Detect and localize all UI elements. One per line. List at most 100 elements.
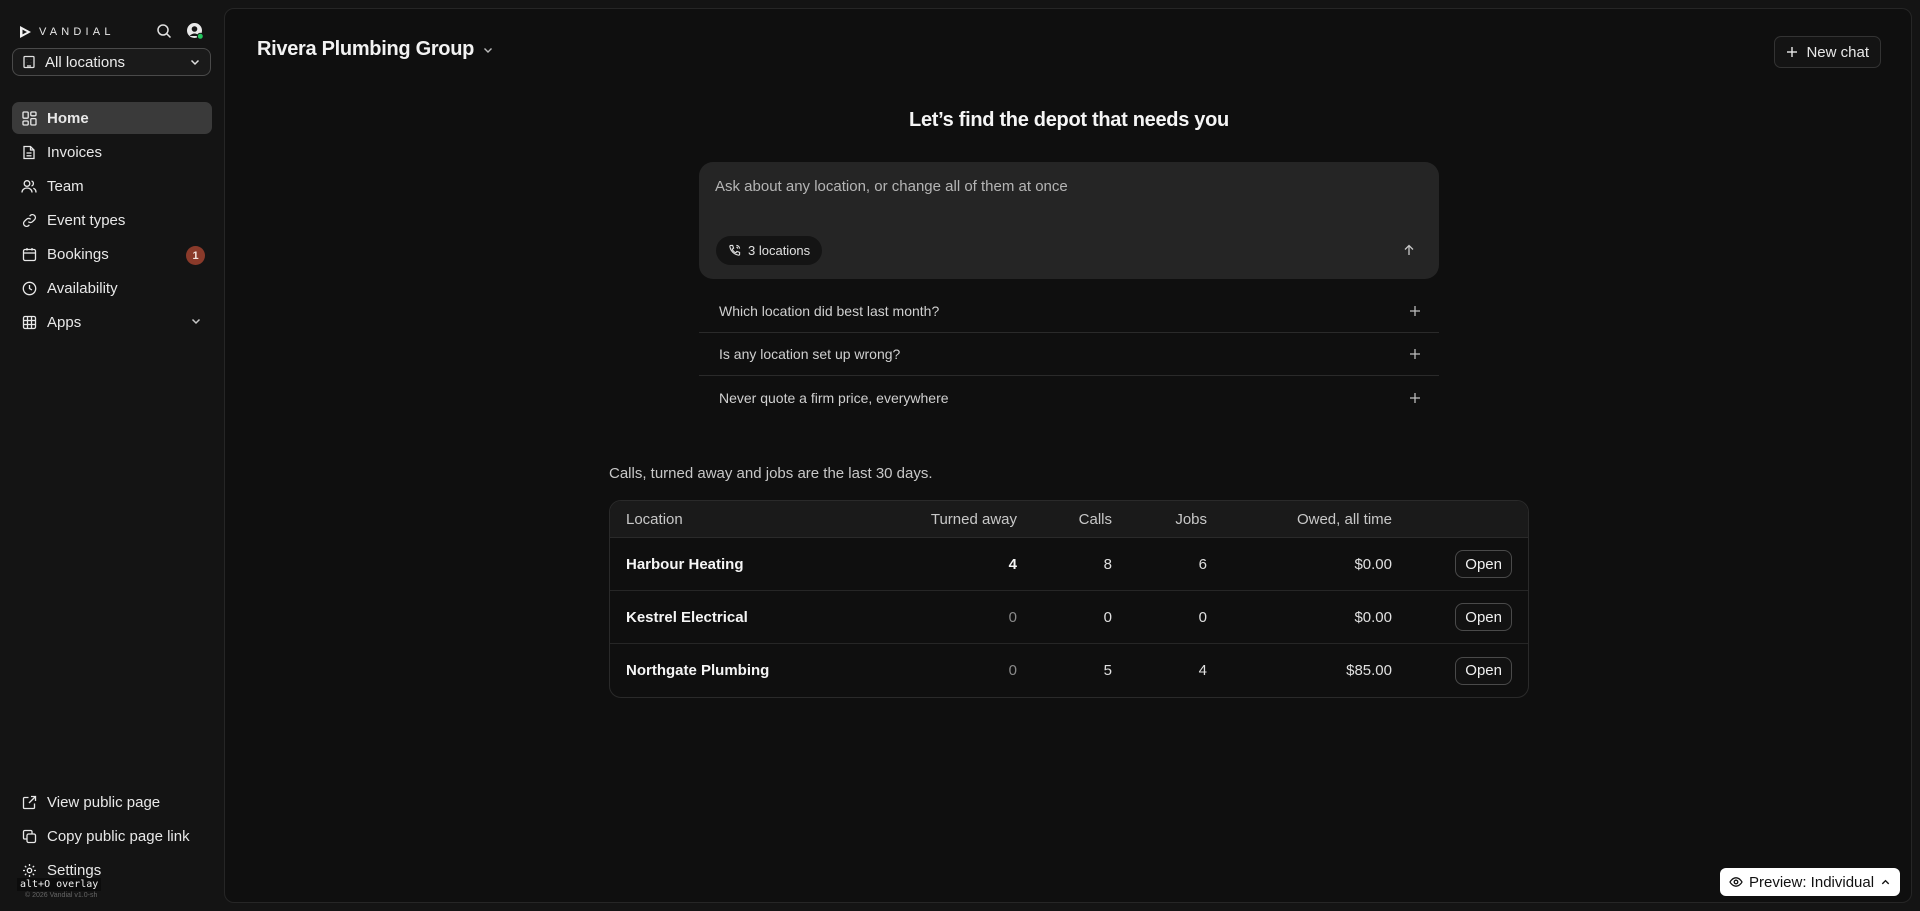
turned-away-value: 0 — [1008, 662, 1017, 679]
plus-icon — [1410, 306, 1420, 316]
view-public-page-link[interactable]: View public page — [12, 786, 212, 818]
send-button[interactable] — [1399, 240, 1419, 260]
search-icon[interactable] — [155, 22, 173, 40]
location-name: Kestrel Electrical — [626, 608, 748, 626]
location-select-label: All locations — [45, 53, 126, 71]
plus-icon — [1410, 392, 1420, 403]
bookings-count-badge: 1 — [186, 246, 205, 265]
turned-away-value: 4 — [1008, 555, 1017, 573]
users-icon — [21, 178, 37, 194]
overlay-shortcut-hint: alt+O overlay — [17, 878, 102, 891]
column-header-location: Location — [626, 510, 683, 528]
open-button[interactable]: Open — [1455, 656, 1512, 685]
locations-chip[interactable]: 3 locations — [716, 236, 823, 265]
sidebar-item-bookings[interactable]: Bookings 1 — [12, 238, 212, 270]
main-nav: Home Invoices Team Event types Bookings … — [12, 102, 212, 340]
file-icon — [21, 144, 37, 160]
sidebar-item-event-types[interactable]: Event types — [12, 204, 212, 236]
main-panel: Rivera Plumbing Group New chat Let’s fin… — [224, 8, 1912, 903]
clock-icon — [21, 280, 37, 296]
suggestion-item[interactable]: Which location did best last month? — [699, 290, 1439, 333]
sidebar-item-label: View public page — [47, 793, 161, 811]
suggestion-text: Which location did best last month? — [719, 303, 940, 319]
sidebar-item-label: Invoices — [47, 143, 103, 161]
new-chat-label: New chat — [1806, 43, 1869, 61]
suggestion-item[interactable]: Never quote a firm price, everywhere — [699, 376, 1439, 419]
turned-away-value: 0 — [1008, 608, 1017, 626]
chevron-down-icon — [190, 59, 200, 66]
page-headline: Let’s find the depot that needs you — [909, 109, 1229, 131]
location-name: Northgate Plumbing — [626, 662, 770, 679]
building-icon — [23, 55, 35, 69]
owed-value: $0.00 — [1354, 555, 1392, 573]
sidebar-item-invoices[interactable]: Invoices — [12, 136, 212, 168]
sidebar-item-label: Availability — [47, 279, 118, 297]
ask-box: 3 locations — [699, 162, 1439, 279]
link-icon — [21, 212, 37, 228]
table-row: Kestrel Electrical 0 0 0 $0.00 Open — [610, 591, 1528, 644]
grid-icon — [21, 110, 37, 126]
sidebar-item-team[interactable]: Team — [12, 170, 212, 202]
sidebar-item-availability[interactable]: Availability — [12, 272, 212, 304]
sidebar-item-label: Home — [47, 109, 89, 127]
copy-public-page-link-button[interactable]: Copy public page link — [12, 820, 212, 852]
sidebar-item-label: Apps — [47, 313, 82, 331]
open-button[interactable]: Open — [1455, 550, 1512, 578]
location-name: Harbour Heating — [626, 555, 744, 573]
calls-value: 8 — [1103, 555, 1112, 573]
locations-chip-label: 3 locations — [748, 243, 811, 258]
footer-version: © 2026 Vandial v1.0-sh — [25, 892, 98, 899]
org-switcher[interactable]: Rivera Plumbing Group — [257, 38, 494, 61]
sidebar-item-home[interactable]: Home — [12, 102, 212, 134]
owed-value: $85.00 — [1346, 662, 1392, 679]
sidebar-item-apps[interactable]: Apps — [12, 306, 212, 338]
calls-value: 0 — [1103, 608, 1112, 626]
owed-value: $0.00 — [1354, 608, 1392, 626]
preview-mode-toggle[interactable]: Preview: Individual — [1720, 868, 1901, 896]
sidebar-item-label: Copy public page link — [47, 827, 190, 845]
brand-name: VANDIAL — [39, 26, 115, 38]
table-row: Harbour Heating 4 8 6 $0.00 Open — [610, 538, 1528, 591]
brand[interactable]: VANDIAL — [18, 23, 115, 41]
sidebar: VANDIAL All locations Home Invoices Team… — [0, 0, 224, 911]
eye-icon — [1729, 877, 1743, 887]
vandial-logo-icon — [20, 26, 31, 38]
chevron-up-icon — [1881, 879, 1890, 884]
suggestion-text: Is any location set up wrong? — [719, 346, 901, 362]
phone-icon — [729, 244, 741, 256]
avatar[interactable] — [186, 22, 204, 40]
chevron-down-icon — [484, 47, 493, 53]
calendar-icon — [21, 246, 37, 262]
suggestion-text: Never quote a firm price, everywhere — [719, 389, 949, 406]
new-chat-button[interactable]: New chat — [1774, 36, 1881, 68]
sidebar-item-label: Team — [47, 177, 84, 195]
table-row: Northgate Plumbing 0 5 4 $85.00 Open — [610, 644, 1528, 697]
jobs-value: 6 — [1198, 555, 1207, 573]
calls-value: 5 — [1103, 662, 1112, 679]
table-note: Calls, turned away and jobs are the last… — [609, 465, 933, 482]
plus-icon — [1410, 349, 1420, 359]
column-header-turned-away: Turned away — [930, 510, 1017, 528]
gear-icon — [21, 862, 37, 878]
column-header-calls: Calls — [1078, 510, 1112, 528]
copy-icon — [21, 828, 37, 844]
sidebar-item-label: Bookings — [47, 245, 109, 263]
table-header: Location Turned away Calls Jobs Owed, al… — [610, 501, 1528, 538]
locations-table: Location Turned away Calls Jobs Owed, al… — [609, 500, 1529, 698]
column-header-jobs: Jobs — [1175, 510, 1207, 528]
table-grid-icon — [21, 314, 37, 330]
open-button[interactable]: Open — [1455, 603, 1512, 631]
external-link-icon — [21, 794, 37, 810]
suggestion-item[interactable]: Is any location set up wrong? — [699, 333, 1439, 376]
plus-icon — [1787, 47, 1798, 57]
sidebar-item-label: Event types — [47, 211, 126, 229]
suggestion-list: Which location did best last month? Is a… — [699, 290, 1439, 419]
sidebar-item-label: Settings — [47, 861, 102, 879]
location-select[interactable]: All locations — [12, 48, 211, 76]
preview-mode-label: Preview: Individual — [1749, 873, 1875, 891]
jobs-value: 4 — [1198, 662, 1207, 679]
arrow-up-icon — [1404, 244, 1414, 255]
org-name: Rivera Plumbing Group — [257, 38, 475, 60]
column-header-owed: Owed, all time — [1296, 510, 1392, 528]
ask-input[interactable] — [715, 178, 1415, 195]
